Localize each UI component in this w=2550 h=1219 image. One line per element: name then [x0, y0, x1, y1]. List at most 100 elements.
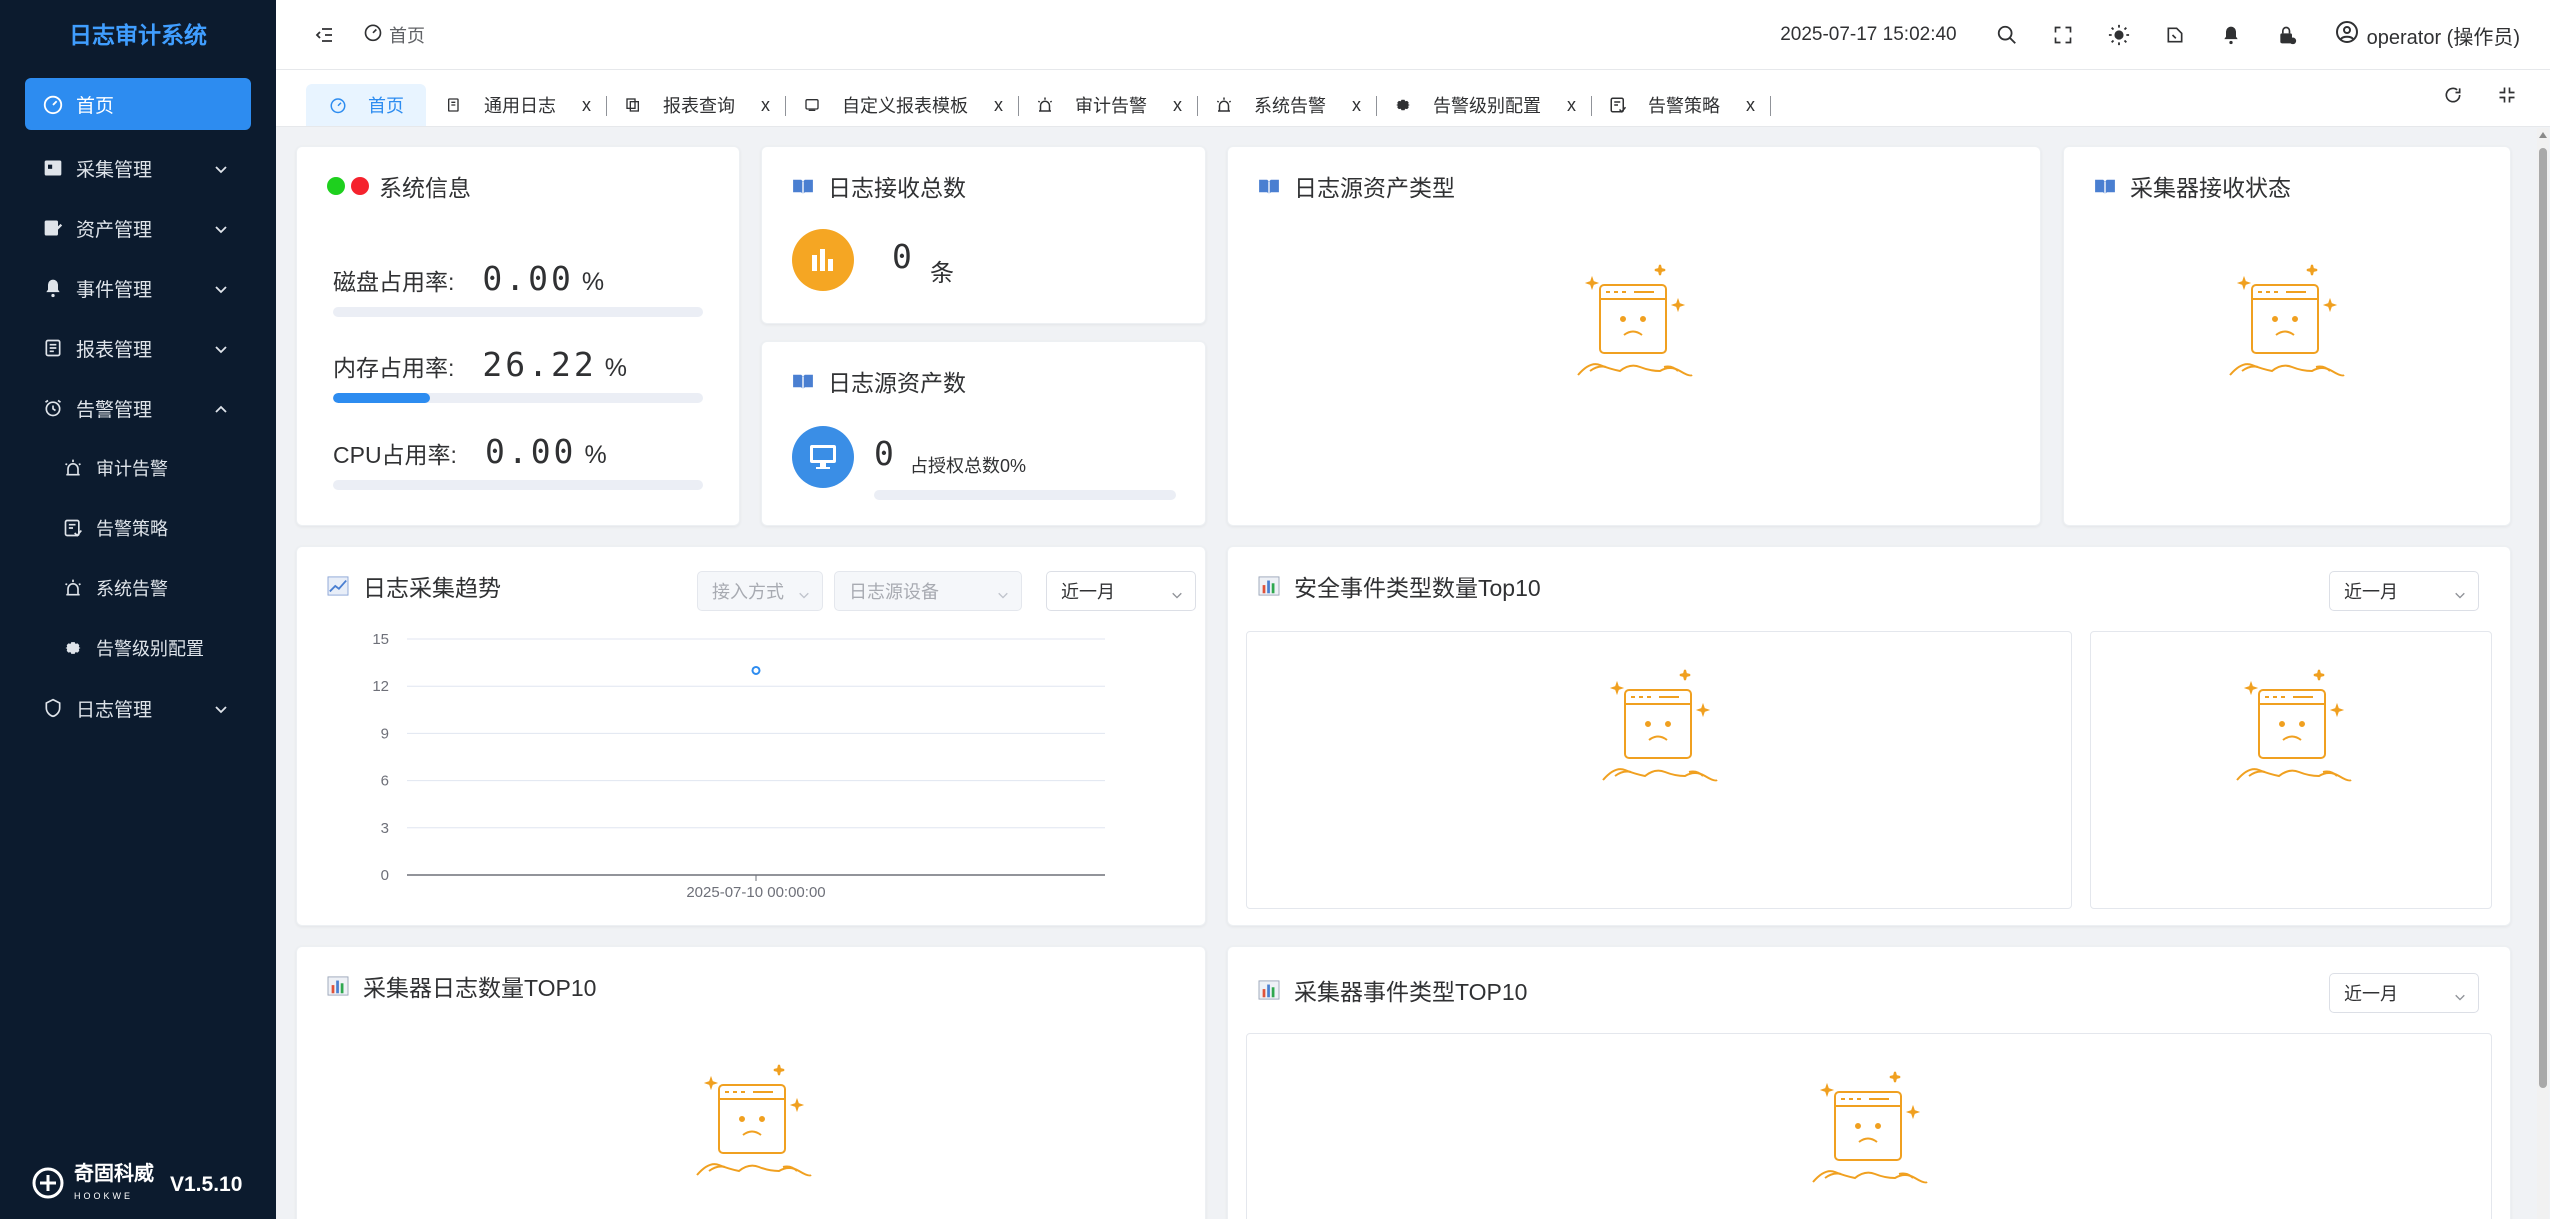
breadcrumb-home: 首页: [389, 25, 425, 46]
tab-alarm-level-config[interactable]: 告警级别配置 x: [1375, 84, 1592, 126]
sidebar-item-alarms[interactable]: 告警管理: [0, 378, 276, 438]
tab-close-icon[interactable]: x: [761, 95, 770, 116]
security-chart-panel: [1246, 631, 2072, 909]
breadcrumb[interactable]: 首页: [357, 22, 425, 48]
y-tick-label: 15: [372, 631, 389, 648]
asset-types-card: 日志源资产类型: [1227, 146, 2041, 526]
sidebar-menu: 首页 采集管理 资产管理 事件管理 报表管理 告警管理 审计告警 告警策略 系统…: [0, 78, 276, 738]
sidebar-item-assets[interactable]: 资产管理: [0, 198, 276, 258]
tab-audit-alarm[interactable]: 审计告警 x: [1017, 84, 1198, 126]
policy-icon: [60, 515, 86, 541]
scrollbar-thumb[interactable]: [2539, 148, 2547, 1088]
cpu-usage: CPU占用率: 0.00 %: [333, 432, 607, 471]
memory-usage-value: 26.22: [482, 345, 597, 384]
bell-icon: [40, 275, 66, 301]
tab-close-icon[interactable]: x: [1173, 95, 1182, 116]
scroll-up-arrow[interactable]: [2539, 132, 2547, 138]
time-range-select[interactable]: 近一月: [1046, 571, 1196, 611]
time-range-select[interactable]: 近一月: [2329, 973, 2479, 1013]
fullscreen-icon[interactable]: [2494, 82, 2520, 108]
user-name: operator (操作员): [2366, 26, 2520, 49]
bar-chart-icon: [1258, 979, 1282, 1001]
card-title: 日志接收总数: [792, 169, 966, 203]
sidebar-item-label: 告警管理: [76, 399, 153, 421]
tab-label: 报表查询: [663, 96, 735, 116]
log-source-device-select[interactable]: 日志源设备: [834, 571, 1022, 611]
card-title: 采集器接收状态: [2094, 169, 2291, 203]
empty-state-icon: [1577, 264, 1693, 377]
empty-state-icon: [696, 1064, 812, 1177]
collapse-menu-icon[interactable]: [311, 22, 337, 48]
tab-label: 告警级别配置: [1433, 96, 1541, 116]
chevron-down-icon: [798, 585, 810, 606]
fullscreen-icon[interactable]: [2048, 20, 2078, 50]
tab-report-query[interactable]: 报表查询 x: [605, 84, 786, 126]
security-legend-panel: [2090, 631, 2492, 909]
dashboard-icon: [40, 91, 66, 117]
sidebar-item-audit-alarm[interactable]: 审计告警: [0, 438, 276, 498]
sidebar-item-alarm-level[interactable]: 告警级别配置: [0, 618, 276, 678]
access-method-select[interactable]: 接入方式: [697, 571, 823, 611]
sidebar-item-reports[interactable]: 报表管理: [0, 318, 276, 378]
siren-icon: [60, 575, 86, 601]
tab-close-icon[interactable]: x: [994, 95, 1003, 116]
sidebar-item-alarm-policy[interactable]: 告警策略: [0, 498, 276, 558]
system-info-card: 系统信息 磁盘占用率: 0.00 % 内存占用率: 26.22 % CPU占用率…: [296, 146, 740, 526]
document-icon: [444, 95, 464, 115]
alarm-clock-icon: [40, 395, 66, 421]
search-icon[interactable]: [1992, 20, 2022, 50]
tab-close-icon[interactable]: x: [1352, 95, 1361, 116]
sidebar-item-label: 审计告警: [96, 459, 168, 479]
sidebar-item-collection[interactable]: 采集管理: [0, 138, 276, 198]
x-tick-label: 2025-07-10 00:00:00: [686, 884, 825, 901]
asset-ratio-bar: [874, 490, 1176, 500]
gear-icon: [60, 635, 86, 661]
sun-icon[interactable]: [2104, 20, 2134, 50]
chevron-down-icon: [2454, 585, 2466, 606]
chevron-down-icon: [997, 585, 1009, 606]
refresh-icon[interactable]: [2440, 82, 2466, 108]
book-icon: [792, 370, 816, 392]
log-total-value: 0: [892, 237, 912, 276]
trend-chart-icon: [327, 575, 351, 597]
sidebar-item-home[interactable]: 首页: [25, 78, 251, 130]
tab-system-alarm[interactable]: 系统告警 x: [1196, 84, 1377, 126]
sidebar-item-logs[interactable]: 日志管理: [0, 678, 276, 738]
memory-usage: 内存占用率: 26.22 %: [333, 345, 627, 384]
chevron-down-icon: [1171, 585, 1183, 606]
page-scrollbar[interactable]: [2537, 128, 2549, 1219]
time-range-select[interactable]: 近一月: [2329, 571, 2479, 611]
tab-close-icon[interactable]: x: [1567, 95, 1576, 116]
log-total-unit: 条: [930, 260, 954, 287]
empty-state-icon: [2236, 669, 2352, 782]
edit-doc-icon: [40, 215, 66, 241]
notification-bell-icon[interactable]: [2216, 20, 2246, 50]
y-tick-label: 6: [381, 773, 389, 790]
brand-name: 奇固科威 HOOKWE: [74, 1163, 154, 1201]
tab-custom-report-template[interactable]: 自定义报表模板 x: [784, 84, 1019, 126]
lock-icon[interactable]: [2272, 20, 2302, 50]
tab-divider: [1770, 96, 1771, 116]
tab-close-icon[interactable]: x: [1746, 95, 1755, 116]
empty-state-icon: [2229, 264, 2345, 377]
top-header: 首页 2025-07-17 15:02:40 operator (操作员): [276, 0, 2550, 70]
disk-usage: 磁盘占用率: 0.00 %: [333, 259, 605, 298]
memory-usage-fill: [333, 393, 430, 403]
card-title: 日志采集趋势: [327, 569, 501, 603]
collection-icon: [40, 155, 66, 181]
bar-chart-icon: [792, 229, 854, 291]
theme-icon[interactable]: [2160, 20, 2190, 50]
tab-close-icon[interactable]: x: [582, 95, 591, 116]
tab-alarm-policy[interactable]: 告警策略 x: [1590, 84, 1771, 126]
sidebar-item-events[interactable]: 事件管理: [0, 258, 276, 318]
chevron-down-icon: [2454, 987, 2466, 1008]
chevron-down-icon: [214, 700, 228, 722]
book-icon: [1258, 175, 1282, 197]
user-menu[interactable]: operator (操作员): [2327, 20, 2520, 50]
tab-general-log[interactable]: 通用日志 x: [426, 84, 607, 126]
sidebar-item-system-alarm[interactable]: 系统告警: [0, 558, 276, 618]
card-title: 日志源资产数: [792, 364, 966, 398]
bar-chart-icon: [327, 975, 351, 997]
collector-event-top10-card: 采集器事件类型TOP10 近一月: [1227, 946, 2511, 1219]
tab-home[interactable]: 首页: [306, 84, 426, 126]
